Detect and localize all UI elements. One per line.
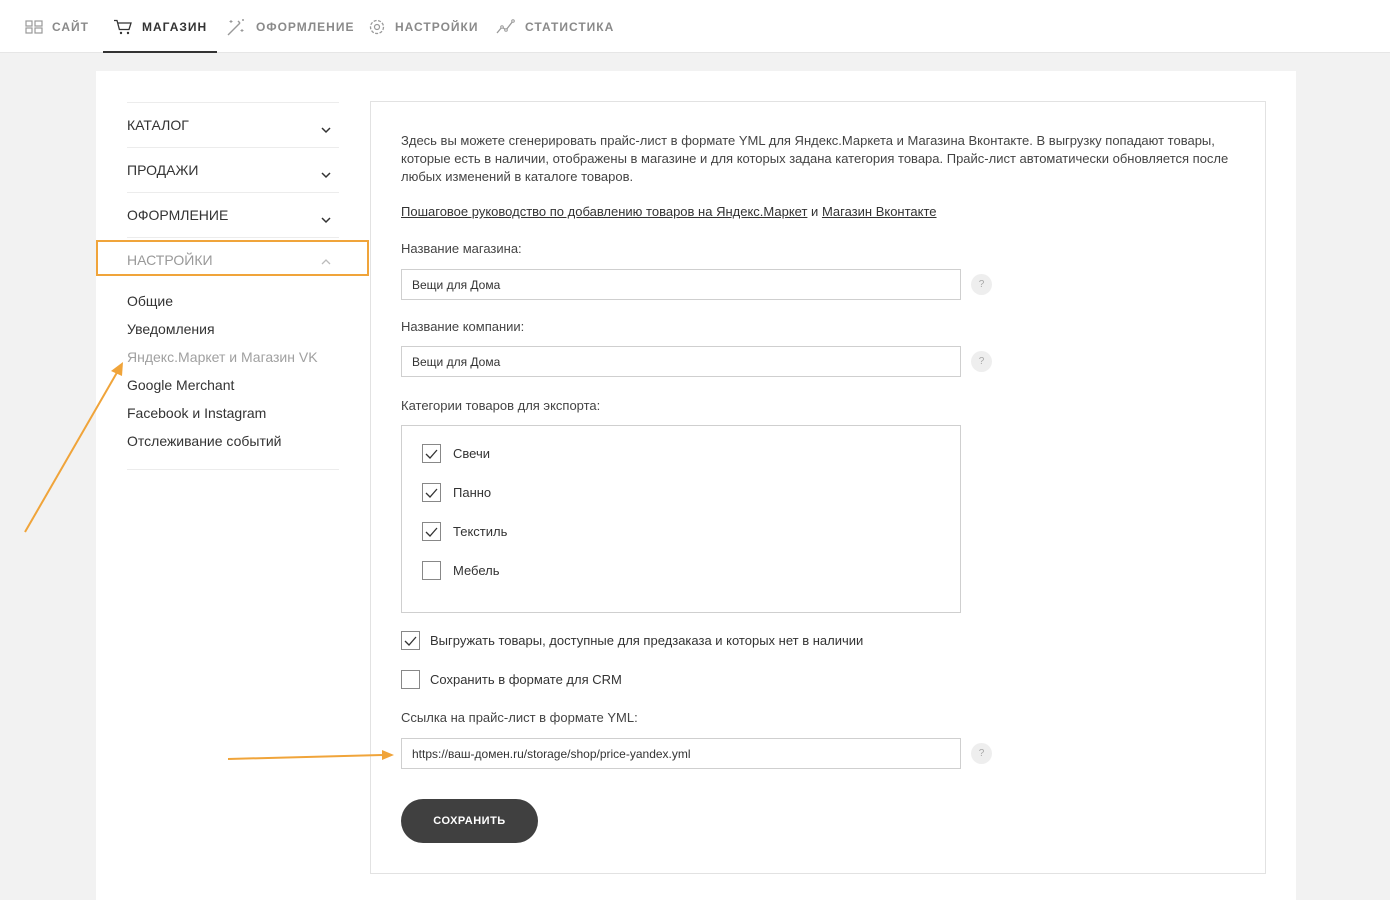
yml-link-label: Ссылка на прайс-лист в формате YML:: [401, 710, 638, 725]
tab-settings[interactable]: НАСТРОЙКИ: [368, 0, 478, 53]
tab-design[interactable]: ОФОРМЛЕНИЕ: [225, 0, 354, 53]
company-name-input[interactable]: [401, 346, 961, 377]
guide-and-text: и: [811, 204, 819, 219]
category-checkbox-candles[interactable]: Свечи: [422, 444, 490, 463]
shop-name-label: Название магазина:: [401, 241, 522, 256]
guide-links: Пошаговое руководство по добавлению това…: [401, 204, 937, 219]
chevron-down-icon: [321, 166, 331, 182]
top-nav: САЙТ МАГАЗИН ОФОРМЛЕНИЕ НАСТРОЙКИ СТАТИС…: [0, 0, 1390, 53]
preorder-label: Выгружать товары, доступные для предзака…: [430, 633, 864, 648]
checkbox-checked[interactable]: [422, 444, 441, 463]
gear-icon: [368, 18, 386, 36]
tab-statistics[interactable]: СТАТИСТИКА: [496, 0, 614, 53]
chart-line-icon: [496, 18, 516, 35]
sidebar-section-label: КАТАЛОГ: [127, 117, 189, 133]
preorder-checkbox-row[interactable]: Выгружать товары, доступные для предзака…: [401, 631, 863, 650]
checkbox-checked[interactable]: [422, 522, 441, 541]
sidebar-section-catalog[interactable]: КАТАЛОГ: [127, 102, 339, 147]
categories-label: Категории товаров для экспорта:: [401, 398, 601, 413]
tab-site-label: САЙТ: [52, 19, 89, 34]
category-checkbox-furniture[interactable]: Мебель: [422, 561, 500, 580]
intro-text: Здесь вы можете сгенерировать прайс-лист…: [401, 133, 1229, 184]
highlight-box: [96, 240, 369, 276]
sidebar-section-label: ПРОДАЖИ: [127, 162, 199, 178]
preorder-checkbox[interactable]: [401, 631, 420, 650]
crm-checkbox-row[interactable]: Сохранить в формате для CRM: [401, 670, 622, 689]
crm-checkbox[interactable]: [401, 670, 420, 689]
shop-name-input[interactable]: [401, 269, 961, 300]
tab-shop[interactable]: МАГАЗИН: [103, 0, 218, 53]
sidebar-section-sales[interactable]: ПРОДАЖИ: [127, 147, 339, 192]
sidebar-item-facebook-instagram[interactable]: Facebook и Instagram: [127, 399, 339, 427]
guide-link-yandex[interactable]: Пошаговое руководство по добавлению това…: [401, 204, 807, 219]
company-name-label: Название компании:: [401, 319, 525, 334]
sidebar-section-design[interactable]: ОФОРМЛЕНИЕ: [127, 192, 339, 237]
sidebar-item-google-merchant[interactable]: Google Merchant: [127, 371, 339, 399]
guide-link-vk[interactable]: Магазин Вконтакте: [822, 204, 937, 219]
magic-wand-icon: [225, 17, 247, 37]
settings-submenu: Общие Уведомления Яндекс.Маркет и Магази…: [127, 282, 339, 469]
chevron-down-icon: [321, 211, 331, 227]
shop-name-help-icon[interactable]: ?: [971, 274, 992, 295]
tab-site[interactable]: САЙТ: [25, 0, 89, 53]
sidebar-divider: [127, 469, 339, 470]
sidebar-item-notifications[interactable]: Уведомления: [127, 315, 339, 343]
sidebar-item-yandex-vk[interactable]: Яндекс.Маркет и Магазин VK: [127, 343, 339, 371]
sidebar-item-general[interactable]: Общие: [127, 287, 339, 315]
yml-link-help-icon[interactable]: ?: [971, 743, 992, 764]
crm-label: Сохранить в формате для CRM: [430, 672, 622, 687]
category-checkbox-textile[interactable]: Текстиль: [422, 522, 507, 541]
tab-statistics-label: СТАТИСТИКА: [525, 19, 615, 34]
yml-link-input[interactable]: [401, 738, 961, 769]
category-label: Мебель: [453, 563, 500, 578]
sidebar-item-event-tracking[interactable]: Отслеживание событий: [127, 427, 339, 455]
checkbox-checked[interactable]: [422, 483, 441, 502]
category-label: Панно: [453, 485, 492, 500]
tab-shop-label: МАГАЗИН: [142, 19, 208, 34]
category-label: Свечи: [453, 446, 490, 461]
save-button[interactable]: СОХРАНИТЬ: [401, 799, 538, 843]
cart-icon: [113, 19, 133, 35]
tab-settings-label: НАСТРОЙКИ: [395, 19, 479, 34]
checkbox-unchecked[interactable]: [422, 561, 441, 580]
sidebar: КАТАЛОГ ПРОДАЖИ ОФОРМЛЕНИЕ НАСТРОЙКИ Общ…: [127, 102, 339, 470]
category-checkbox-panels[interactable]: Панно: [422, 483, 491, 502]
sidebar-section-label: ОФОРМЛЕНИЕ: [127, 207, 229, 223]
chevron-down-icon: [321, 121, 331, 137]
category-label: Текстиль: [453, 524, 508, 539]
tab-design-label: ОФОРМЛЕНИЕ: [256, 19, 355, 34]
company-name-help-icon[interactable]: ?: [971, 351, 992, 372]
grid-icon: [25, 19, 43, 34]
